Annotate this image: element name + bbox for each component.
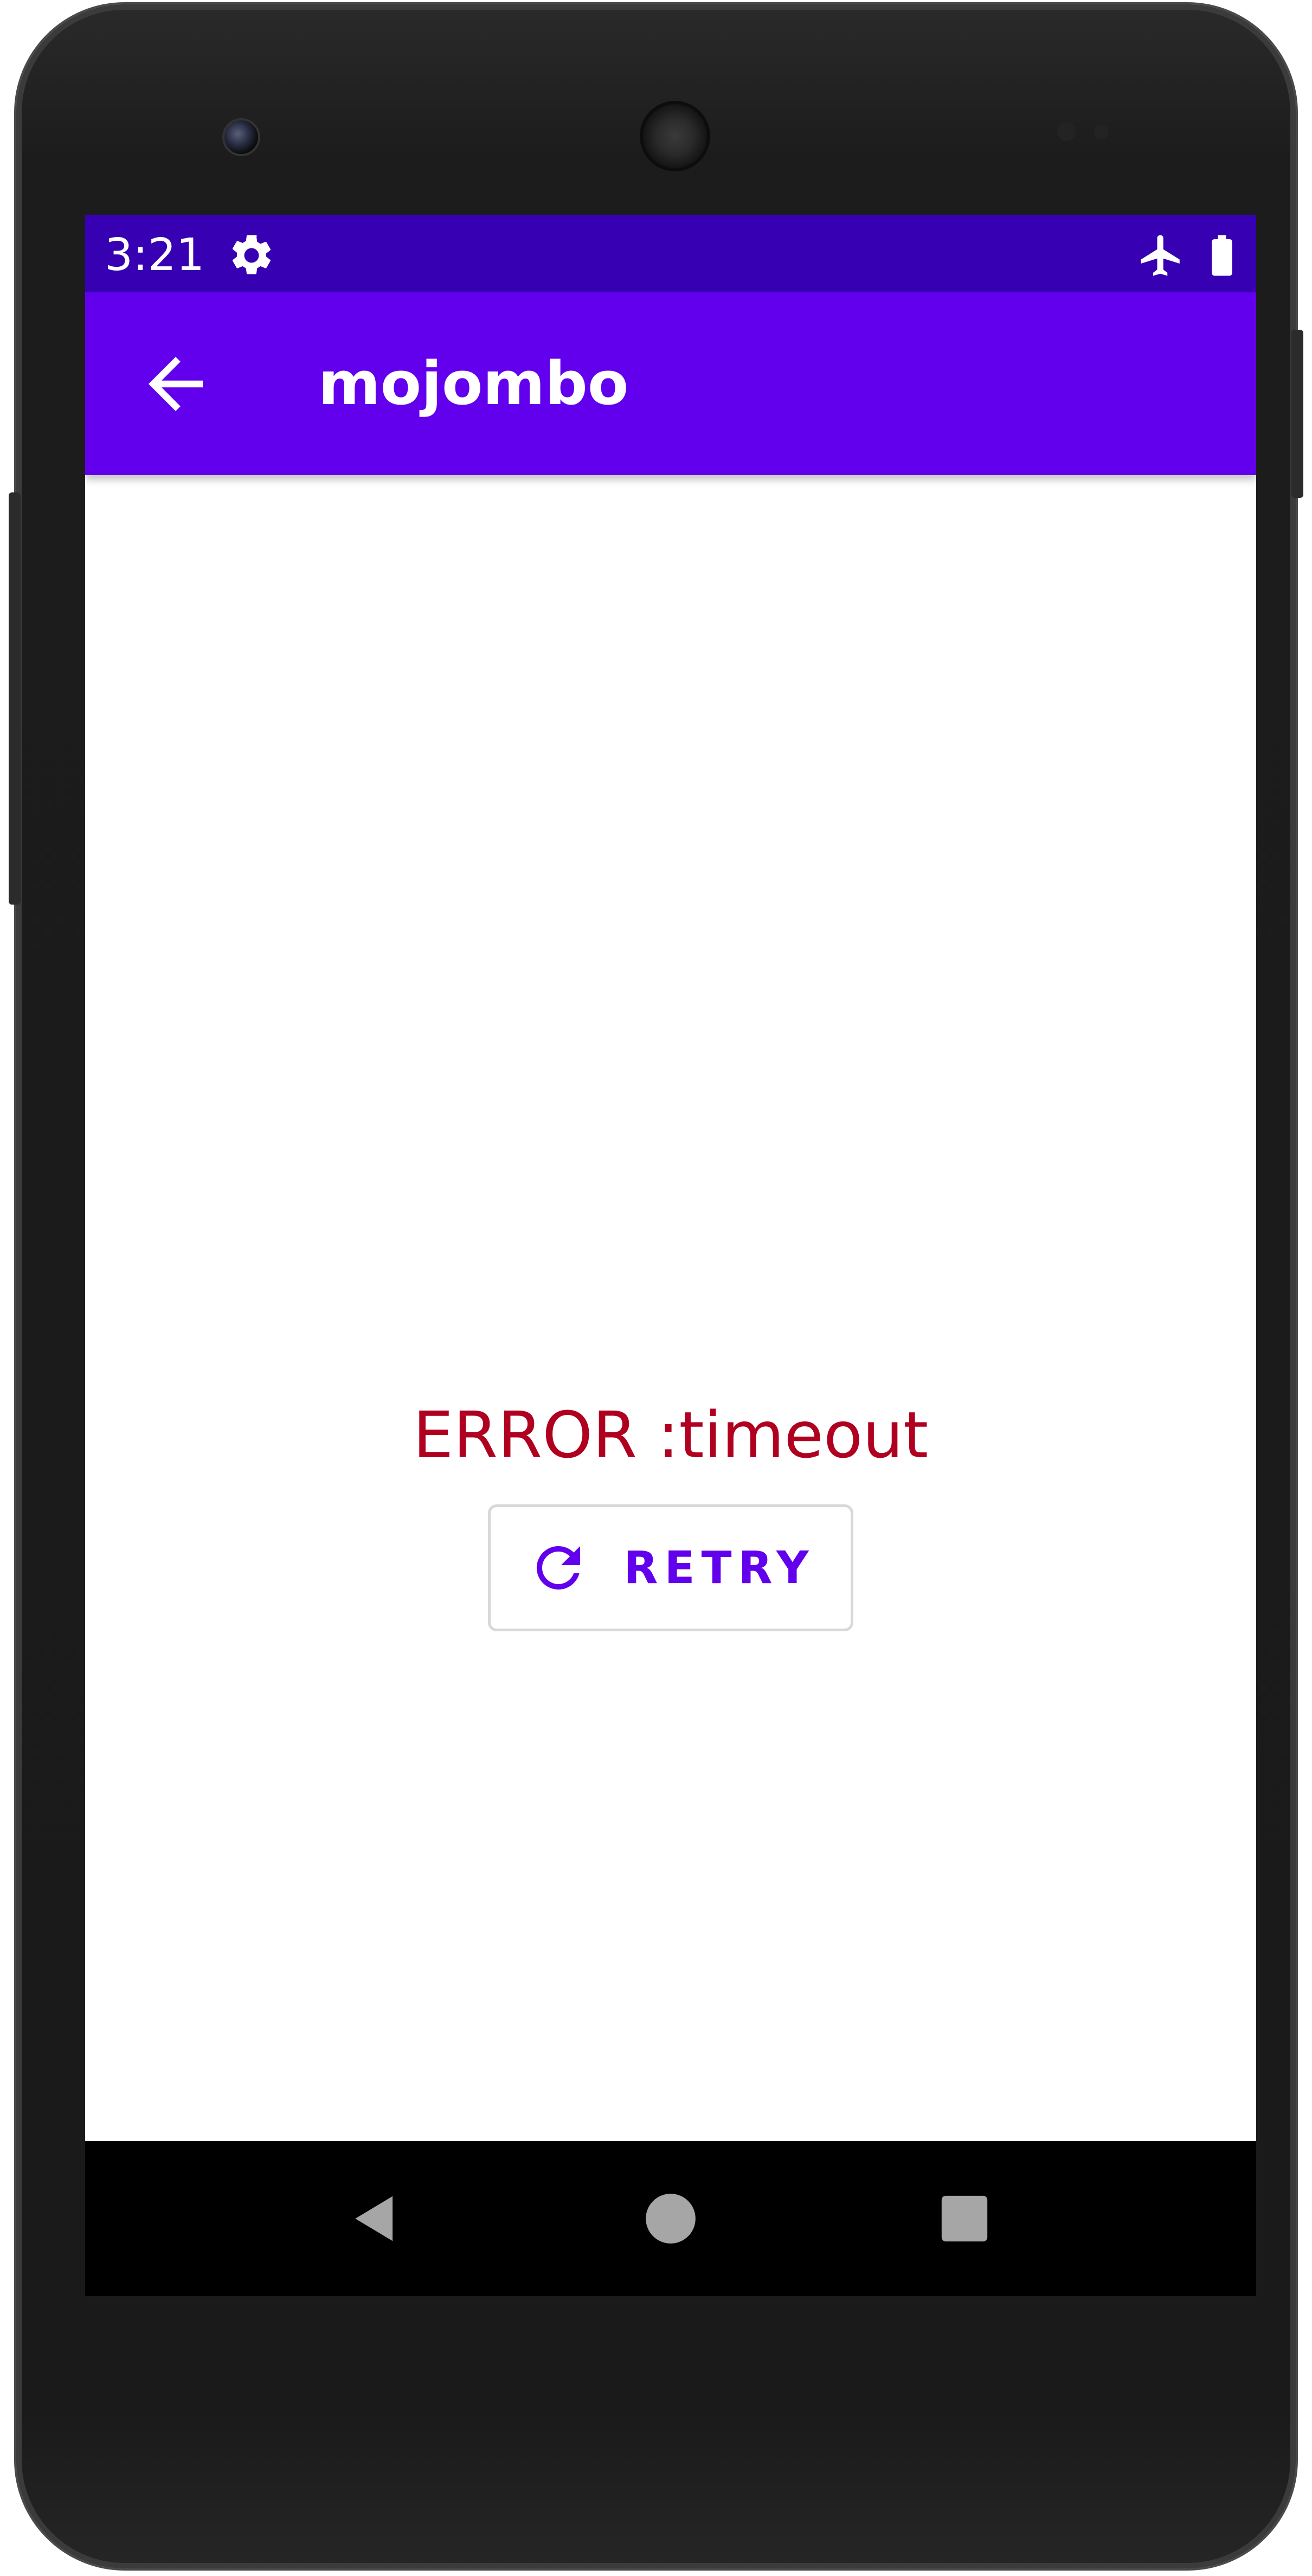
light-sensor <box>1094 125 1108 139</box>
status-time: 3:21 <box>105 229 205 281</box>
settings-gear-icon <box>232 235 271 274</box>
device-screen: 3:21 mojombo ERROR :timeout RETRY <box>85 215 1256 2296</box>
nav-home-button[interactable] <box>625 2173 717 2265</box>
volume-button <box>1291 330 1303 498</box>
airplane-mode-icon <box>1141 235 1180 276</box>
nav-back-button[interactable] <box>329 2173 421 2265</box>
recents-square-icon <box>941 2195 988 2242</box>
front-camera <box>222 118 260 156</box>
home-circle-icon <box>646 2194 696 2244</box>
main-content: ERROR :timeout RETRY <box>85 475 1256 2296</box>
retry-button[interactable]: RETRY <box>488 1504 853 1631</box>
nav-recents-button[interactable] <box>918 2173 1011 2265</box>
arrow-back-icon[interactable] <box>135 343 216 425</box>
proximity-sensor <box>1057 123 1076 141</box>
navigation-bar <box>85 2141 1256 2296</box>
app-bar: mojombo <box>85 292 1256 475</box>
battery-full-icon <box>1212 235 1232 276</box>
error-message: ERROR :timeout <box>413 1398 929 1472</box>
back-triangle-icon <box>355 2196 393 2241</box>
status-bar: 3:21 <box>85 215 1256 292</box>
refresh-icon <box>537 1546 581 1590</box>
power-button-left <box>9 492 21 905</box>
page-title: mojombo <box>318 349 629 418</box>
phone-frame: 3:21 mojombo ERROR :timeout RETRY <box>9 4 1303 2568</box>
retry-label: RETRY <box>623 1542 815 1594</box>
earpiece-speaker <box>640 101 710 171</box>
